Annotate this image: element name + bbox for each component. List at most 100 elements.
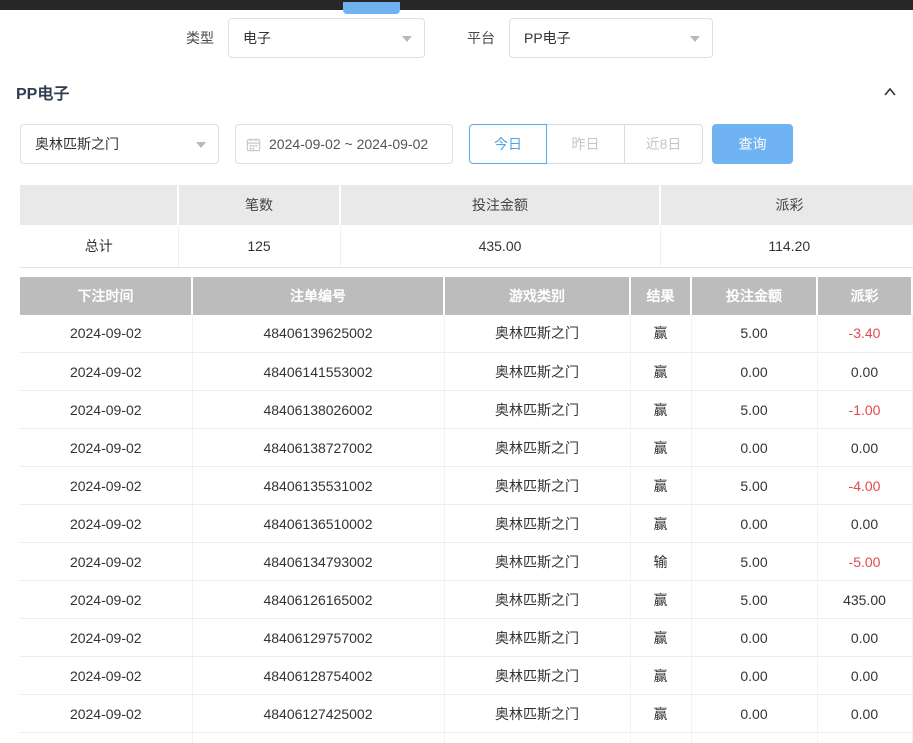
today-button[interactable]: 今日: [469, 124, 547, 164]
bet-id-cell: 48406128754002: [192, 657, 444, 695]
bet-id-cell: 48406139625002: [192, 315, 444, 353]
result-cell: 赢: [630, 619, 691, 657]
section-title: PP电子: [16, 80, 69, 104]
bet-time-cell: 2024-09-02: [20, 353, 192, 391]
result-cell: 赢: [630, 581, 691, 619]
summary-total-row: 总计 125 435.00 114.20: [20, 225, 913, 267]
table-row: 2024-09-0248406138026002奥林匹斯之门赢5.00-1.00: [20, 391, 913, 429]
table-row: 2024-09-0248406134793002奥林匹斯之门输5.00-5.00: [20, 543, 913, 581]
bet-table-header-bet-time-cell: 下注时间: [20, 277, 192, 315]
bet-table-body: 2024-09-0248406139625002奥林匹斯之门赢5.00-3.40…: [20, 315, 913, 743]
bet-time-cell: 2024-09-02: [20, 467, 192, 505]
payout-cell: -1.00: [817, 391, 912, 429]
game-type-cell: 奥林匹斯之门: [444, 695, 630, 733]
result-cell: 赢: [630, 353, 691, 391]
bet-table-header-bet-amount-cell: 投注金额: [691, 277, 817, 315]
active-tab-indicator[interactable]: [343, 2, 400, 14]
bet-time-cell: 2024-09-02: [20, 581, 192, 619]
bet-table: 下注时间注单编号游戏类别结果投注金额派彩 2024-09-02484061396…: [20, 277, 913, 743]
result-cell: 赢: [630, 429, 691, 467]
bet-amount-cell: 5.00: [691, 315, 817, 353]
bet-id-cell: 48406125316002: [192, 733, 444, 743]
bet-amount-cell: 5.00: [691, 543, 817, 581]
game-type-cell: 奥林匹斯之门: [444, 391, 630, 429]
table-row: 2024-09-0248406128754002奥林匹斯之门赢0.000.00: [20, 657, 913, 695]
result-cell: 赢: [630, 695, 691, 733]
bet-id-cell: 48406138026002: [192, 391, 444, 429]
game-type-cell: 奥林匹斯之门: [444, 353, 630, 391]
table-row: 2024-09-0248406126165002奥林匹斯之门赢5.00435.0…: [20, 581, 913, 619]
calendar-icon: [246, 137, 261, 152]
date-range-input[interactable]: 2024-09-02 ~ 2024-09-02: [235, 124, 453, 164]
table-row: 2024-09-0248406125316002奥林匹斯之门输5.00-5.00: [20, 733, 913, 743]
bet-amount-cell: 0.00: [691, 657, 817, 695]
bet-time-cell: 2024-09-02: [20, 391, 192, 429]
table-row: 2024-09-0248406127425002奥林匹斯之门赢0.000.00: [20, 695, 913, 733]
type-select-value: 电子: [243, 28, 271, 48]
result-cell: 输: [630, 543, 691, 581]
bet-time-cell: 2024-09-02: [20, 657, 192, 695]
query-toolbar: 奥林匹斯之门 2024-09-02 ~ 2024-09-02 今日 昨日 近8日…: [20, 124, 913, 164]
payout-cell: 0.00: [817, 619, 912, 657]
game-type-cell: 奥林匹斯之门: [444, 315, 630, 353]
summary-total-label: 总计: [20, 225, 178, 267]
platform-select[interactable]: PP电子: [509, 18, 713, 58]
summary-header-count: 笔数: [178, 185, 340, 225]
game-type-cell: 奥林匹斯之门: [444, 581, 630, 619]
game-select[interactable]: 奥林匹斯之门: [20, 124, 219, 164]
bet-table-header-result-cell: 结果: [630, 277, 691, 315]
bet-amount-cell: 5.00: [691, 733, 817, 743]
type-select[interactable]: 电子: [228, 18, 425, 58]
bet-amount-cell: 0.00: [691, 695, 817, 733]
bet-time-cell: 2024-09-02: [20, 505, 192, 543]
table-row: 2024-09-0248406141553002奥林匹斯之门赢0.000.00: [20, 353, 913, 391]
bet-id-cell: 48406129757002: [192, 619, 444, 657]
top-bar: [0, 0, 913, 10]
summary-header-amount: 投注金额: [340, 185, 660, 225]
payout-cell: -3.40: [817, 315, 912, 353]
bet-table-header-game-type-cell: 游戏类别: [444, 277, 630, 315]
table-row: 2024-09-0248406129757002奥林匹斯之门赢0.000.00: [20, 619, 913, 657]
bet-id-cell: 48406134793002: [192, 543, 444, 581]
bet-amount-cell: 0.00: [691, 505, 817, 543]
result-cell: 赢: [630, 657, 691, 695]
game-type-cell: 奥林匹斯之门: [444, 543, 630, 581]
bet-time-cell: 2024-09-02: [20, 315, 192, 353]
table-row: 2024-09-0248406135531002奥林匹斯之门赢5.00-4.00: [20, 467, 913, 505]
payout-cell: 0.00: [817, 505, 912, 543]
bet-amount-cell: 0.00: [691, 353, 817, 391]
bet-amount-cell: 5.00: [691, 391, 817, 429]
bet-id-cell: 48406127425002: [192, 695, 444, 733]
bet-amount-cell: 0.00: [691, 429, 817, 467]
filter-row: 类型 电子 平台 PP电子: [186, 18, 913, 58]
summary-bet-amount: 435.00: [340, 225, 660, 267]
bet-time-cell: 2024-09-02: [20, 543, 192, 581]
bet-id-cell: 48406138727002: [192, 429, 444, 467]
quick-range-button-group: 今日 昨日 近8日: [469, 124, 703, 164]
summary-table: 笔数 投注金额 派彩 总计 125 435.00 114.20: [20, 185, 913, 268]
game-type-cell: 奥林匹斯之门: [444, 429, 630, 467]
summary-header-row: 笔数 投注金额 派彩: [20, 185, 913, 225]
summary-bet-count: 125: [178, 225, 340, 267]
bet-table-header-payout-cell: 派彩: [817, 277, 912, 315]
table-row: 2024-09-0248406136510002奥林匹斯之门赢0.000.00: [20, 505, 913, 543]
bet-time-cell: 2024-09-02: [20, 733, 192, 743]
platform-label: 平台: [467, 28, 495, 48]
bet-id-cell: 48406135531002: [192, 467, 444, 505]
query-button[interactable]: 查询: [712, 124, 793, 164]
caret-down-icon: [690, 36, 700, 42]
section-header: PP电子: [16, 80, 897, 104]
bet-amount-cell: 5.00: [691, 581, 817, 619]
game-select-value: 奥林匹斯之门: [35, 134, 119, 154]
table-row: 2024-09-0248406138727002奥林匹斯之门赢0.000.00: [20, 429, 913, 467]
bet-time-cell: 2024-09-02: [20, 619, 192, 657]
bet-id-cell: 48406126165002: [192, 581, 444, 619]
collapse-chevron-up-icon[interactable]: [883, 85, 897, 99]
bet-amount-cell: 0.00: [691, 619, 817, 657]
yesterday-button[interactable]: 昨日: [547, 124, 625, 164]
last8days-button[interactable]: 近8日: [625, 124, 703, 164]
payout-cell: -4.00: [817, 467, 912, 505]
table-row: 2024-09-0248406139625002奥林匹斯之门赢5.00-3.40: [20, 315, 913, 353]
platform-select-value: PP电子: [524, 28, 571, 48]
type-label: 类型: [186, 28, 214, 48]
